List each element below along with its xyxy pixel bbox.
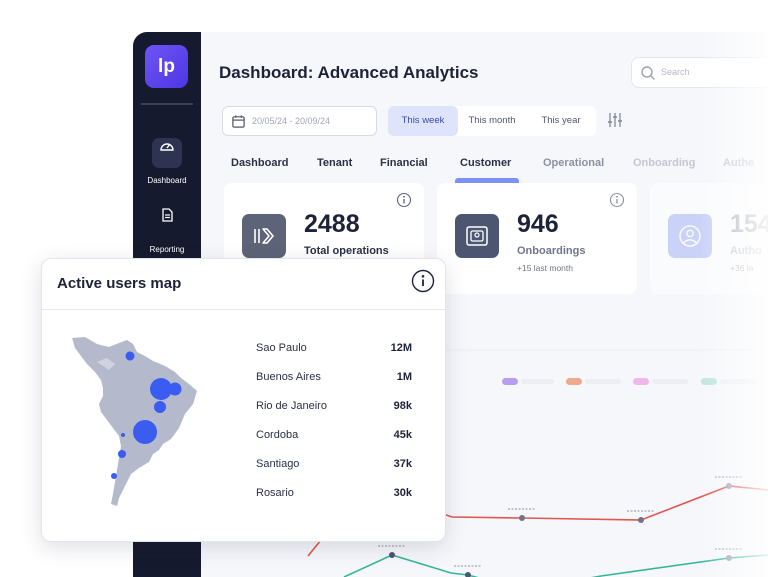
kpi-value: 2488: [304, 210, 360, 238]
search-icon: [641, 66, 655, 80]
chart-point: [519, 515, 525, 521]
city-bubble: [133, 420, 157, 444]
city-name: Rio de Janeiro: [256, 400, 327, 412]
city-bubble: [118, 450, 126, 458]
period-this-week[interactable]: This week: [388, 106, 458, 136]
id-card-icon: [455, 214, 499, 258]
city-name: Buenos Aires: [256, 371, 321, 383]
city-value: 1M: [396, 371, 412, 383]
chart-point: [389, 552, 395, 558]
kpi-label: Total operations: [304, 245, 389, 257]
kpi-card-authentications[interactable]: 154 Autho +36 la: [650, 183, 768, 294]
period-this-year[interactable]: This year: [526, 106, 596, 136]
date-range-value: 20/05/24 - 20/09/24: [252, 116, 331, 126]
search-input[interactable]: Search: [631, 57, 768, 88]
info-icon[interactable]: [411, 269, 435, 293]
south-america-map: [72, 337, 197, 506]
tab-onboarding[interactable]: Onboarding: [633, 157, 695, 169]
document-icon: [152, 207, 182, 237]
city-bubble: [121, 433, 125, 437]
period-this-month[interactable]: This month: [458, 106, 526, 136]
kpi-card-onboardings[interactable]: 946 Onboardings +15 last month: [437, 183, 637, 294]
card-divider: [42, 309, 445, 310]
card-title: Active users map: [57, 275, 182, 292]
city-bubble: [111, 473, 117, 479]
search-placeholder: Search: [661, 67, 690, 77]
sidebar-item-dashboard[interactable]: Dashboard: [133, 131, 201, 185]
city-bubble: [125, 351, 135, 361]
kpi-subtext: +15 last month: [517, 263, 573, 273]
series-line-teal: [343, 554, 768, 577]
city-name: Santiago: [256, 458, 300, 470]
sliders-icon[interactable]: [607, 112, 623, 128]
info-icon[interactable]: [396, 192, 412, 208]
chart-point: [726, 483, 732, 489]
chart-point: [638, 517, 644, 523]
tab-tenant[interactable]: Tenant: [317, 157, 352, 169]
app-window: lp Dashboard Reporting Dashboard: Advanc…: [0, 0, 768, 577]
tab-dashboard[interactable]: Dashboard: [231, 157, 288, 169]
period-selector: This week This month This year: [388, 106, 596, 136]
tab-operational[interactable]: Operational: [543, 157, 604, 169]
city-name: Sao Paulo: [256, 342, 307, 354]
sidebar-item-reporting[interactable]: Reporting: [133, 200, 201, 254]
city-value: 45k: [393, 429, 412, 441]
gauge-icon: [152, 138, 182, 168]
city-bubble: [154, 401, 166, 413]
page-title: Dashboard: Advanced Analytics: [219, 63, 479, 82]
chart-point: [726, 555, 732, 561]
city-value: 30k: [393, 487, 412, 499]
kpi-value: 946: [517, 210, 559, 238]
kpi-subtext: +36 la: [730, 263, 754, 273]
city-value: 37k: [393, 458, 412, 470]
sidebar-item-label: Dashboard: [147, 176, 187, 185]
kpi-label: Onboardings: [517, 245, 586, 257]
tab-authentication[interactable]: Authe: [723, 157, 754, 169]
arrow-right-icon: [242, 214, 286, 258]
city-bubble: [168, 382, 182, 396]
info-icon[interactable]: [609, 192, 625, 208]
sidebar-divider: [141, 103, 193, 105]
user-icon: [668, 214, 712, 258]
app-logo[interactable]: lp: [145, 45, 188, 88]
city-name: Cordoba: [256, 429, 299, 441]
calendar-icon: [232, 115, 245, 128]
tab-financial[interactable]: Financial: [380, 157, 428, 169]
active-users-map-card: Active users map Sao Paulo 12M Buenos Ai…: [41, 258, 446, 542]
kpi-label: Autho: [730, 245, 762, 257]
tab-customer[interactable]: Customer: [460, 157, 511, 169]
sidebar-item-label: Reporting: [149, 245, 185, 254]
date-range-picker[interactable]: 20/05/24 - 20/09/24: [222, 106, 377, 136]
city-value: 12M: [390, 342, 412, 354]
kpi-value: 154: [730, 210, 768, 238]
city-name: Rosario: [256, 487, 294, 499]
city-value: 98k: [393, 400, 412, 412]
chart-point: [465, 572, 471, 577]
continent-shape: [72, 337, 197, 506]
